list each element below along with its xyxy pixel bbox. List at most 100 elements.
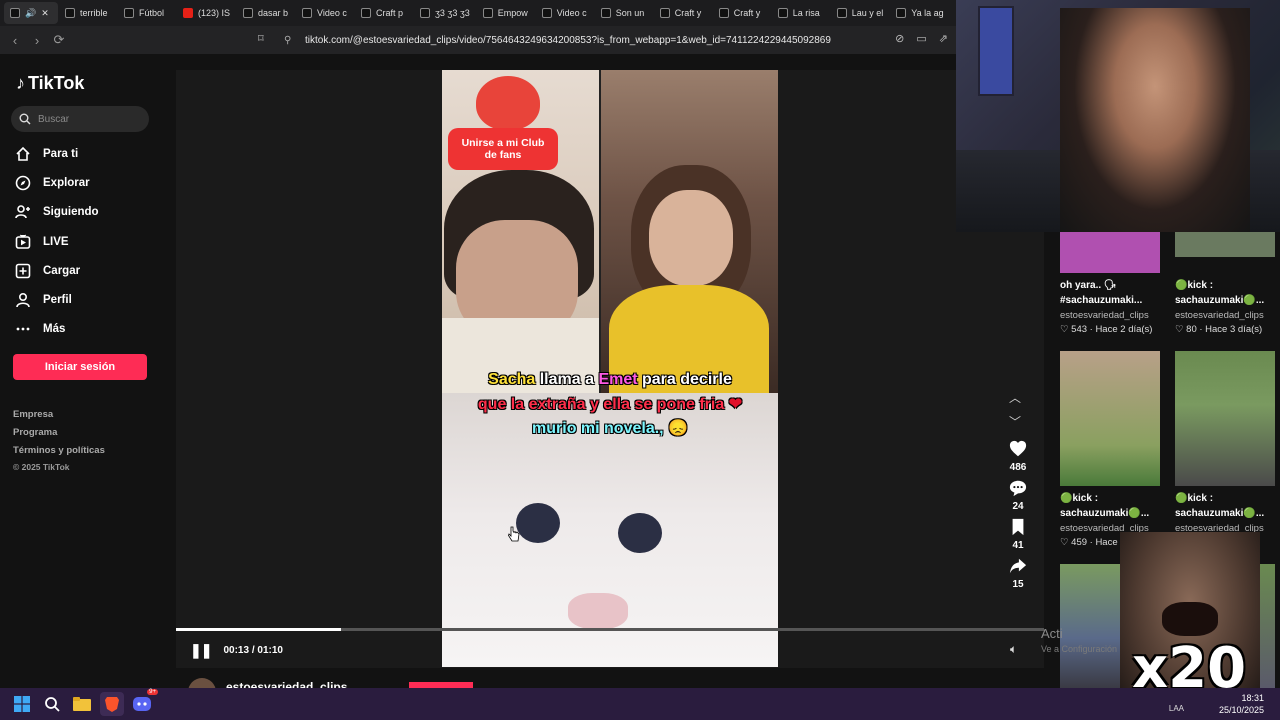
time-display: 00:13 / 01:10 xyxy=(223,645,283,656)
close-tab-icon[interactable]: ✕ xyxy=(41,8,49,19)
browser-tab[interactable]: Video c xyxy=(536,2,594,24)
browser-tab[interactable]: La risa xyxy=(772,2,830,24)
nav-cargar[interactable]: Cargar xyxy=(15,263,80,279)
like-button[interactable]: 486 xyxy=(1004,440,1032,473)
browser-tab[interactable]: 🔊 ✕ xyxy=(4,2,58,24)
nav-explorar[interactable]: Explorar xyxy=(15,175,90,191)
tiktok-icon: ♪ xyxy=(16,73,25,93)
related-title[interactable]: oh yara.. 🗣 #sachauzumaki... xyxy=(1060,278,1172,308)
footer-link-empresa[interactable]: Empresa xyxy=(13,409,53,420)
footer-link-programa[interactable]: Programa xyxy=(13,427,57,438)
chevron-down-icon[interactable]: ﹀ xyxy=(1009,410,1021,434)
related-thumbnail[interactable] xyxy=(1175,232,1275,257)
title-line: 🟢kick : xyxy=(1175,280,1214,291)
related-title[interactable]: 🟢kick : sachauzumaki🟢... xyxy=(1060,491,1172,521)
caption-word: llama a xyxy=(535,371,599,388)
browser-tab[interactable]: Son un xyxy=(595,2,653,24)
reader-off-icon[interactable]: ⊘ xyxy=(895,32,904,45)
video-left-frame xyxy=(442,70,599,393)
login-button[interactable]: Iniciar sesión xyxy=(13,354,147,380)
related-thumbnail[interactable] xyxy=(1060,351,1160,486)
progress-bar[interactable] xyxy=(176,628,1044,631)
nav-label: Perfil xyxy=(43,294,72,306)
pip-icon[interactable]: ▭ xyxy=(916,32,926,45)
tab-label: (123) IS xyxy=(198,8,231,18)
caption-line-2: que la extraña y ella se pone fria ❤ xyxy=(442,394,778,414)
nav-siguiendo[interactable]: Siguiendo xyxy=(15,204,99,220)
back-icon[interactable]: ‹ xyxy=(4,29,26,51)
nav-live[interactable]: LIVE xyxy=(15,234,69,250)
windows-start-icon[interactable] xyxy=(10,692,34,716)
browser-tab[interactable]: Empow xyxy=(477,2,535,24)
browser-tab[interactable]: Craft y xyxy=(713,2,771,24)
file-explorer-icon[interactable] xyxy=(70,692,94,716)
screen: 🔊 ✕ terrible Fútbol (123) IS dasar b Vide… xyxy=(0,0,1280,720)
browser-tab[interactable]: Craft p xyxy=(355,2,413,24)
upload-icon xyxy=(15,263,31,279)
caption-word: Sacha xyxy=(488,371,536,388)
pause-icon[interactable]: ❚❚ xyxy=(190,642,212,659)
caption-word: Emet xyxy=(598,371,638,388)
nav-mas[interactable]: Más xyxy=(15,321,65,337)
footer-link-terminos[interactable]: Términos y políticas xyxy=(13,445,105,456)
related-thumbnail[interactable] xyxy=(1175,351,1275,486)
heart-mascot xyxy=(476,76,540,130)
related-author[interactable]: estoesvariedad_clips xyxy=(1060,310,1149,321)
tiktok-icon xyxy=(777,8,788,18)
reload-icon[interactable]: ⟳ xyxy=(48,29,70,51)
related-title[interactable]: 🟢kick : sachauzumaki🟢... xyxy=(1175,278,1280,308)
title-line: 🟢kick : xyxy=(1060,493,1099,504)
language-indicator[interactable]: LAA xyxy=(1169,704,1184,713)
fan-club-badge[interactable]: Unirse a mi Club de fans xyxy=(448,128,558,170)
site-info-icon[interactable]: ⚲ xyxy=(284,35,291,46)
tab-label: Craft p xyxy=(376,8,404,18)
search-icon xyxy=(19,113,31,125)
browser-tab[interactable]: dasar b xyxy=(237,2,295,24)
video-player[interactable]: Unirse a mi Club de fans Sacha llama a E… xyxy=(442,70,778,667)
chevron-up-icon[interactable]: ︿ xyxy=(1009,386,1021,410)
title-line: 🟢kick : xyxy=(1175,493,1214,504)
related-title[interactable]: 🟢kick : sachauzumaki🟢... xyxy=(1175,491,1280,521)
browser-tab[interactable]: Video c xyxy=(296,2,354,24)
bookmark-icon xyxy=(1012,518,1024,536)
title-line: oh yara.. 🗣 xyxy=(1060,280,1117,291)
live-icon xyxy=(15,234,31,249)
progress-fill xyxy=(176,628,341,631)
browser-tab[interactable]: ʒ3 ʒ3 ʒ3 xyxy=(414,2,476,24)
share-button[interactable]: 15 xyxy=(1004,557,1032,590)
brave-browser-icon[interactable] xyxy=(100,692,124,716)
profile-icon xyxy=(16,292,30,308)
nav-perfil[interactable]: Perfil xyxy=(15,292,72,308)
forward-icon[interactable]: › xyxy=(26,29,48,51)
player-controls: ❚❚ 00:13 / 01:10 xyxy=(190,642,283,659)
share-icon[interactable]: ⇗ xyxy=(939,32,948,45)
browser-tab[interactable]: (123) IS xyxy=(177,2,236,24)
tiktok-icon xyxy=(659,8,670,18)
nav-para-ti[interactable]: Para ti xyxy=(15,146,78,162)
related-author[interactable]: estoesvariedad_clips xyxy=(1175,310,1264,321)
comment-button[interactable]: 24 xyxy=(1004,479,1032,512)
share-count: 15 xyxy=(1012,579,1024,590)
address-bar[interactable]: ⚲ tiktok.com/@estoesvariedad_clips/video… xyxy=(256,29,952,51)
clock[interactable]: 18:31 25/10/2025 xyxy=(1219,692,1264,716)
streamer xyxy=(1060,8,1250,232)
clock-time: 18:31 xyxy=(1241,693,1264,703)
tiktok-logo[interactable]: ♪ TikTok xyxy=(16,73,84,94)
browser-tab[interactable]: Fútbol xyxy=(118,2,176,24)
related-meta: ♡ 459 · Hace xyxy=(1060,537,1118,548)
volume-icon[interactable]: 🔈︎ xyxy=(1010,642,1017,657)
tiktok-icon xyxy=(718,8,729,18)
browser-tab[interactable]: terrible xyxy=(59,2,117,24)
browser-tab[interactable]: Craft y xyxy=(654,2,712,24)
save-button[interactable]: 41 xyxy=(1004,518,1032,551)
search-icon[interactable] xyxy=(40,692,64,716)
tiktok-icon xyxy=(482,8,493,18)
tab-label: Video c xyxy=(317,8,347,18)
browser-tab[interactable]: Ya la ag xyxy=(890,2,949,24)
discord-icon[interactable]: 9+ xyxy=(130,689,158,716)
related-thumbnail[interactable] xyxy=(1060,232,1160,273)
search-input[interactable]: Buscar xyxy=(11,106,149,132)
tab-label: terrible xyxy=(80,8,108,18)
browser-tab[interactable]: Lau y el xyxy=(831,2,890,24)
tiktok-icon xyxy=(896,8,907,18)
